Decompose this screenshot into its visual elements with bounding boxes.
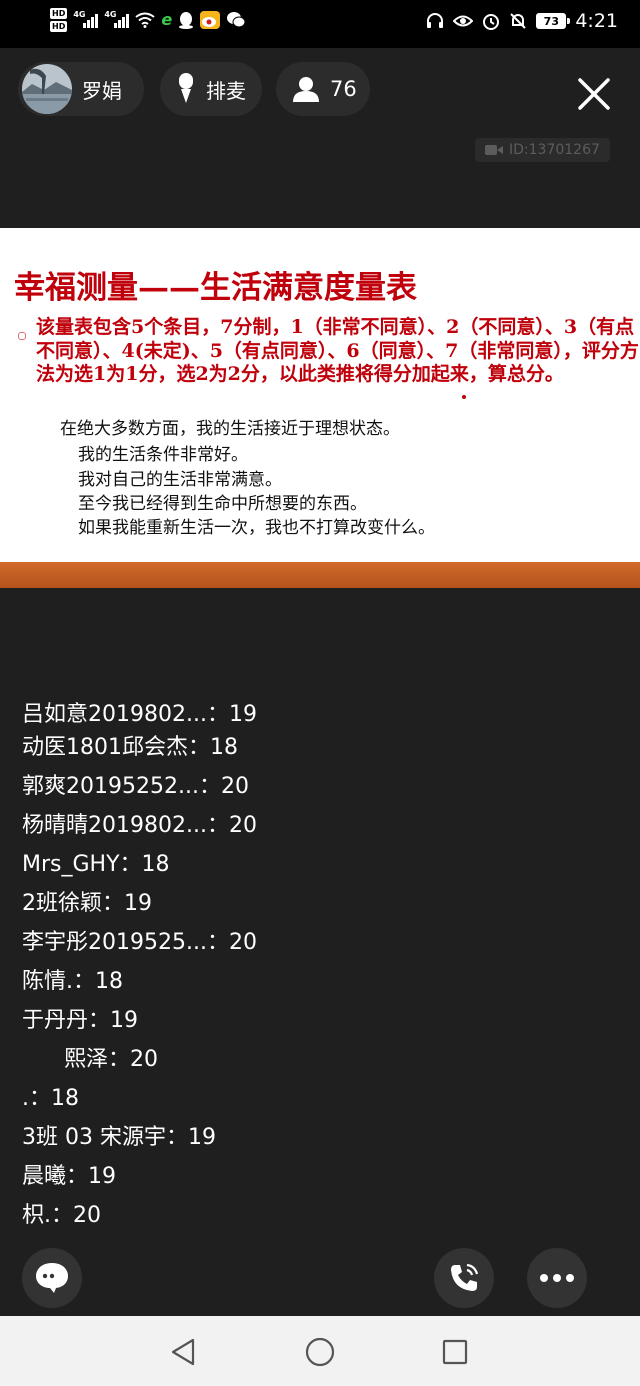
back-icon <box>171 1338 195 1366</box>
phone-icon <box>451 1263 479 1291</box>
bullet-icon <box>18 332 26 340</box>
scale-item: 如果我能重新生活一次，我也不打算改变什么。 <box>78 518 435 538</box>
browser-icon: e <box>161 10 173 29</box>
viewer-count-value: 76 <box>330 77 357 101</box>
nav-back-button[interactable] <box>165 1334 201 1370</box>
room-id: ID:13701267 <box>509 142 600 158</box>
comment-item: 3班 03 宋源宇：19 <box>22 1125 216 1150</box>
person-icon <box>293 77 319 102</box>
comment-item: 2班徐颖：19 <box>22 891 152 916</box>
wechat-icon <box>227 12 246 28</box>
host-info[interactable]: 罗娟 <box>18 62 144 116</box>
comment-item: 枳.：20 <box>22 1203 101 1228</box>
room-id-badge: ID:13701267 <box>475 138 610 162</box>
slide-description: 该量表包含5个条目，7分制，1（非常不同意）、2（不同意）、3（有点不同意）、4… <box>36 316 639 385</box>
comment-item: 杨晴晴2019802...：20 <box>22 813 257 838</box>
video-camera-icon <box>485 145 503 155</box>
chat-button[interactable] <box>22 1248 82 1308</box>
comment-item: 于丹丹：19 <box>22 1008 138 1033</box>
slide-title: 幸福测量——生活满意度量表 <box>14 270 417 306</box>
host-name: 罗娟 <box>82 78 122 103</box>
clock: 4:21 <box>575 10 618 32</box>
nav-home-button[interactable] <box>302 1334 338 1370</box>
hd-badge: HD <box>50 21 68 32</box>
eye-icon <box>453 15 474 27</box>
scale-item: 在绝大多数方面，我的生活接近于理想状态。 <box>60 419 400 439</box>
network-type: 4G <box>73 10 86 19</box>
microphone-icon <box>179 73 193 103</box>
mute-icon <box>510 13 527 29</box>
wifi-icon <box>135 12 155 28</box>
mic-queue-button[interactable]: 排麦 <box>160 62 262 116</box>
status-bar: HD HD 4G 4G e 73 4:21 <box>0 0 640 48</box>
hd-badges: HD HD <box>50 8 68 32</box>
scale-item: 我的生活条件非常好。 <box>78 445 248 465</box>
comment-item: Mrs_GHY：18 <box>22 852 170 877</box>
home-icon <box>305 1337 335 1367</box>
alarm-icon <box>483 14 500 30</box>
hd-badge: HD <box>50 8 68 19</box>
weibo-icon <box>200 11 221 29</box>
network-type: 4G <box>104 10 117 19</box>
more-button[interactable] <box>527 1248 587 1308</box>
mic-queue-label: 排麦 <box>206 78 246 103</box>
more-icon <box>540 1274 574 1282</box>
comment-item: .：18 <box>22 1086 79 1111</box>
decorative-dot <box>462 395 466 399</box>
chat-bubble-icon <box>36 1263 68 1293</box>
avatar-image <box>22 64 72 114</box>
status-right: 73 4:21 <box>426 10 618 32</box>
comment-item: 晨曦：19 <box>22 1164 116 1189</box>
comment-item: 吕如意2019802...：19 <box>22 702 257 727</box>
voice-call-button[interactable] <box>434 1248 494 1308</box>
comment-item: 动医1801邱会杰：18 <box>22 735 238 760</box>
comment-list[interactable]: 吕如意2019802...：19 动医1801邱会杰：18 郭爽20195252… <box>0 700 640 1240</box>
signal-icon: 4G <box>73 10 99 28</box>
presentation-slide: 幸福测量——生活满意度量表 该量表包含5个条目，7分制，1（非常不同意）、2（不… <box>0 228 640 562</box>
close-icon[interactable] <box>574 74 614 114</box>
qq-icon <box>179 12 194 29</box>
headset-icon <box>427 13 444 28</box>
recents-icon <box>442 1339 468 1365</box>
battery-indicator: 73 <box>536 13 571 29</box>
avatar[interactable] <box>22 64 72 114</box>
scale-item: 至今我已经得到生命中所想要的东西。 <box>78 494 367 514</box>
status-left: HD HD 4G 4G e <box>50 8 246 32</box>
comment-item: 陈情.：18 <box>22 969 123 994</box>
comment-item: 郭爽20195252...：20 <box>22 774 249 799</box>
comment-item: 李宇彤2019525...：20 <box>22 930 257 955</box>
viewer-count[interactable]: 76 <box>276 62 370 116</box>
comment-item: 熙泽：20 <box>22 1047 158 1072</box>
scale-item: 我对自己的生活非常满意。 <box>78 470 282 490</box>
signal-icon: 4G <box>104 10 130 28</box>
nav-recents-button[interactable] <box>437 1334 473 1370</box>
slide-bottom-stripe <box>0 562 640 588</box>
system-navigation-bar <box>0 1316 640 1386</box>
